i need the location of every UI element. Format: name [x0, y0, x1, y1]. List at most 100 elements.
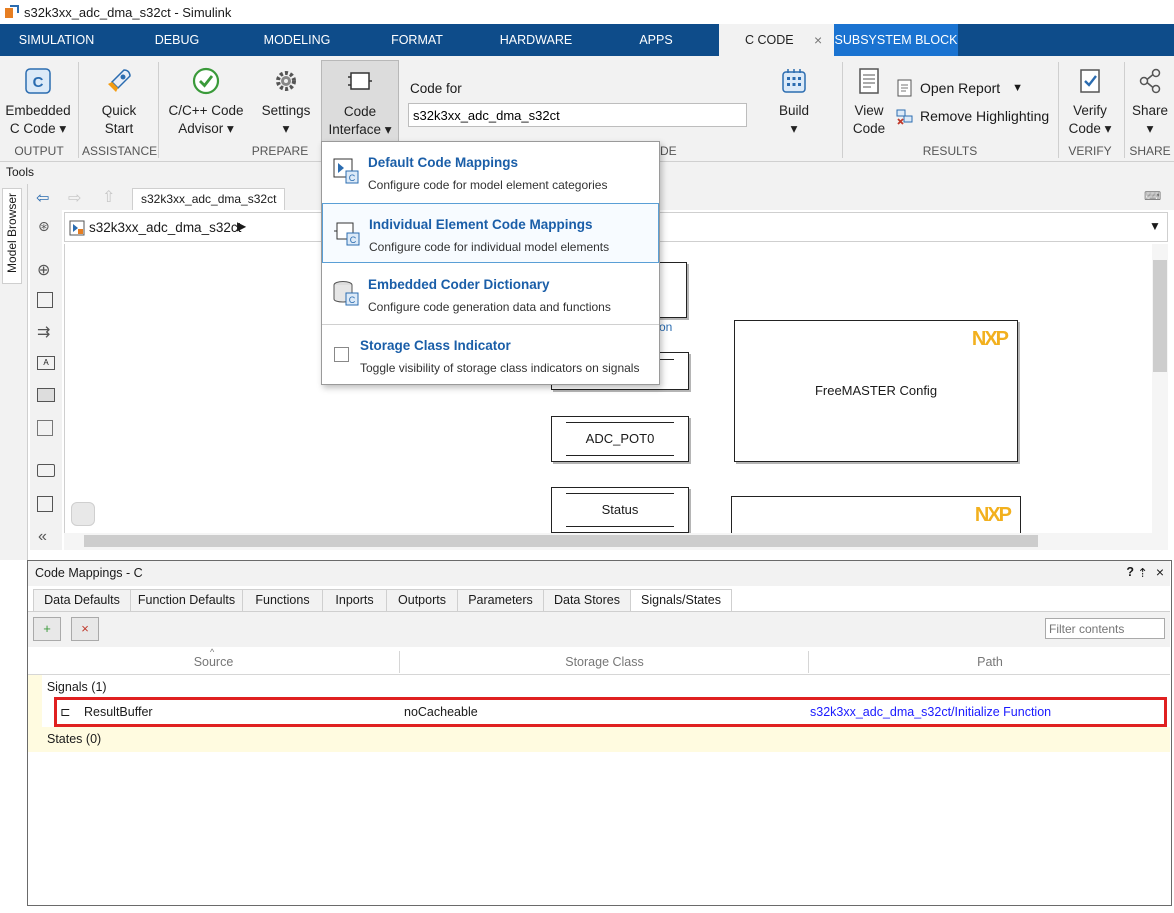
- states-group-row[interactable]: States (0): [42, 727, 1170, 752]
- remove-signal-icon[interactable]: ×: [71, 617, 99, 641]
- forward-arrow-icon[interactable]: ⇨: [68, 188, 81, 208]
- tools-label: Tools: [6, 165, 35, 179]
- view-code-button[interactable]: View Code: [847, 66, 891, 138]
- sort-up-icon: ^: [210, 647, 215, 657]
- pin-icon[interactable]: ⇡: [1138, 565, 1148, 580]
- open-report-button[interactable]: Open Report ▼: [895, 78, 1023, 98]
- model-breadcrumb-tab[interactable]: s32k3xx_adc_dma_s32ct: [132, 188, 286, 210]
- tab-simulation[interactable]: SIMULATION: [0, 24, 113, 56]
- code-for-input[interactable]: [408, 103, 747, 127]
- settings-button[interactable]: Settings ▾: [256, 66, 316, 138]
- code-interface-button[interactable]: Code Interface ▾: [321, 60, 399, 142]
- tab-format[interactable]: FORMAT: [360, 24, 474, 56]
- horizontal-scroll-thumb[interactable]: [84, 535, 1038, 547]
- dictionary-icon: C: [333, 281, 359, 306]
- tab-hardware[interactable]: HARDWARE: [478, 24, 594, 56]
- collapse-toolbar-icon[interactable]: «: [38, 528, 47, 546]
- tab-functions[interactable]: Functions: [242, 589, 323, 611]
- arrow-lines-icon[interactable]: ⇉: [37, 322, 50, 342]
- group-gutter: [28, 675, 42, 752]
- model-browser-tab[interactable]: Model Browser: [2, 188, 22, 284]
- remove-highlighting-button[interactable]: Remove Highlighting: [895, 106, 1049, 126]
- nxp-block-2[interactable]: NXP: [731, 496, 1021, 536]
- close-tab-icon[interactable]: ×: [814, 24, 822, 56]
- tab-function-defaults[interactable]: Function Defaults: [130, 589, 243, 611]
- build-button[interactable]: Build ▾: [768, 66, 820, 138]
- close-panel-icon[interactable]: ×: [1156, 564, 1164, 580]
- nxp-logo: NXP: [971, 328, 1009, 350]
- chevron-down-icon: ▼: [1012, 82, 1024, 94]
- group-label-share: SHARE: [1129, 144, 1171, 158]
- storage-class-indicator-checkbox[interactable]: [334, 347, 349, 362]
- quick-start-button[interactable]: Quick Start: [90, 66, 148, 138]
- signals-group-label: Signals (1): [46, 680, 107, 694]
- help-icon[interactable]: ?: [1126, 565, 1134, 579]
- check-circle-icon: [192, 67, 220, 95]
- code-interface-label-2: Interface ▾: [328, 122, 392, 137]
- database-icon[interactable]: [71, 502, 95, 526]
- panel-title-bar: Code Mappings - C ? ⇡ ×: [28, 561, 1170, 586]
- verify-icon: [1080, 69, 1100, 93]
- column-header-storage-class[interactable]: Storage Class: [401, 651, 809, 673]
- adc-pot0-label: ADC_POT0: [585, 431, 655, 446]
- back-arrow-icon[interactable]: ⇦: [36, 188, 49, 208]
- build-label-1: Build: [778, 103, 810, 118]
- image-icon[interactable]: [37, 388, 55, 402]
- status-block[interactable]: Status: [551, 487, 689, 533]
- share-label-2: ▾: [1146, 121, 1154, 136]
- verify-code-label-2: Code ▾: [1068, 121, 1112, 136]
- tab-outports[interactable]: Outports: [386, 589, 458, 611]
- horizontal-scrollbar[interactable]: [64, 533, 1168, 550]
- zoom-in-icon[interactable]: ⊕: [37, 260, 50, 280]
- states-group-label: States (0): [47, 732, 102, 746]
- keyboard-icon[interactable]: ⌨: [1144, 189, 1161, 203]
- build-label-2: ▾: [790, 121, 798, 136]
- document-icon: [859, 68, 879, 94]
- menu-item-individual-element-code-mappings[interactable]: C Individual Element Code Mappings Confi…: [322, 203, 659, 263]
- code-advisor-button[interactable]: C/C++ Code Advisor ▾: [163, 66, 249, 138]
- hide-show-icon[interactable]: ⊛: [38, 218, 50, 235]
- add-signal-icon[interactable]: +: [33, 617, 61, 641]
- code-interface-label-1: Code: [343, 104, 377, 119]
- tab-apps[interactable]: APPS: [600, 24, 712, 56]
- view-code-label-2: Code: [852, 121, 886, 136]
- code-advisor-label-2: Advisor ▾: [178, 121, 234, 136]
- tab-c-code[interactable]: C CODE ×: [719, 24, 834, 56]
- menu-item-embedded-coder-dictionary[interactable]: C Embedded Coder Dictionary Configure co…: [322, 264, 659, 324]
- verify-code-label-1: Verify: [1073, 103, 1107, 118]
- tab-parameters[interactable]: Parameters: [457, 589, 544, 611]
- area-icon[interactable]: [37, 420, 53, 436]
- verify-code-button[interactable]: Verify Code ▾: [1062, 66, 1118, 138]
- individual-mappings-icon: C: [334, 222, 360, 246]
- adc-pot0-block[interactable]: ADC_POT0: [551, 416, 689, 462]
- menu-item-storage-class-indicator[interactable]: Storage Class Indicator Toggle visibilit…: [322, 325, 659, 385]
- model-address[interactable]: s32k3xx_adc_dma_s32ct: [89, 220, 241, 235]
- vertical-scrollbar[interactable]: [1152, 244, 1168, 533]
- menu-item-default-code-mappings[interactable]: C Default Code Mappings Configure code f…: [322, 142, 659, 202]
- fit-to-view-icon[interactable]: [37, 292, 53, 308]
- tab-inports[interactable]: Inports: [322, 589, 387, 611]
- column-header-path[interactable]: Path: [810, 651, 1170, 673]
- canvas-toolbar: ⊛ ⊕ ⇉ A «: [30, 210, 62, 550]
- svg-text:C: C: [349, 295, 356, 305]
- filter-contents-input[interactable]: [1045, 618, 1165, 639]
- tab-debug[interactable]: DEBUG: [120, 24, 234, 56]
- vertical-scroll-thumb[interactable]: [1153, 260, 1167, 372]
- annotation-icon[interactable]: A: [37, 356, 55, 370]
- tab-modeling[interactable]: MODELING: [240, 24, 354, 56]
- breadcrumb-arrow-icon[interactable]: ▶: [237, 219, 246, 233]
- camera-icon[interactable]: [37, 464, 55, 477]
- code-mappings-panel: Code Mappings - C ? ⇡ × Data Defaults Fu…: [27, 560, 1172, 906]
- embedded-c-code-button[interactable]: C Embedded C Code ▾: [4, 66, 72, 138]
- freemaster-config-block[interactable]: FreeMASTER Config NXP: [734, 320, 1018, 462]
- tab-signals-states[interactable]: Signals/States: [630, 589, 732, 612]
- up-arrow-icon[interactable]: ⇧: [102, 187, 115, 207]
- share-button[interactable]: Share ▾: [1128, 66, 1172, 138]
- tab-subsystem-block[interactable]: SUBSYSTEM BLOCK: [834, 24, 958, 56]
- tab-data-stores[interactable]: Data Stores: [543, 589, 631, 611]
- menu-item-desc: Toggle visibility of storage class indic…: [360, 361, 640, 375]
- explorer-icon[interactable]: [37, 496, 53, 512]
- embedded-c-code-label-2: C Code ▾: [9, 121, 67, 136]
- address-dropdown-icon[interactable]: ▼: [1149, 219, 1161, 233]
- tab-data-defaults[interactable]: Data Defaults: [33, 589, 131, 611]
